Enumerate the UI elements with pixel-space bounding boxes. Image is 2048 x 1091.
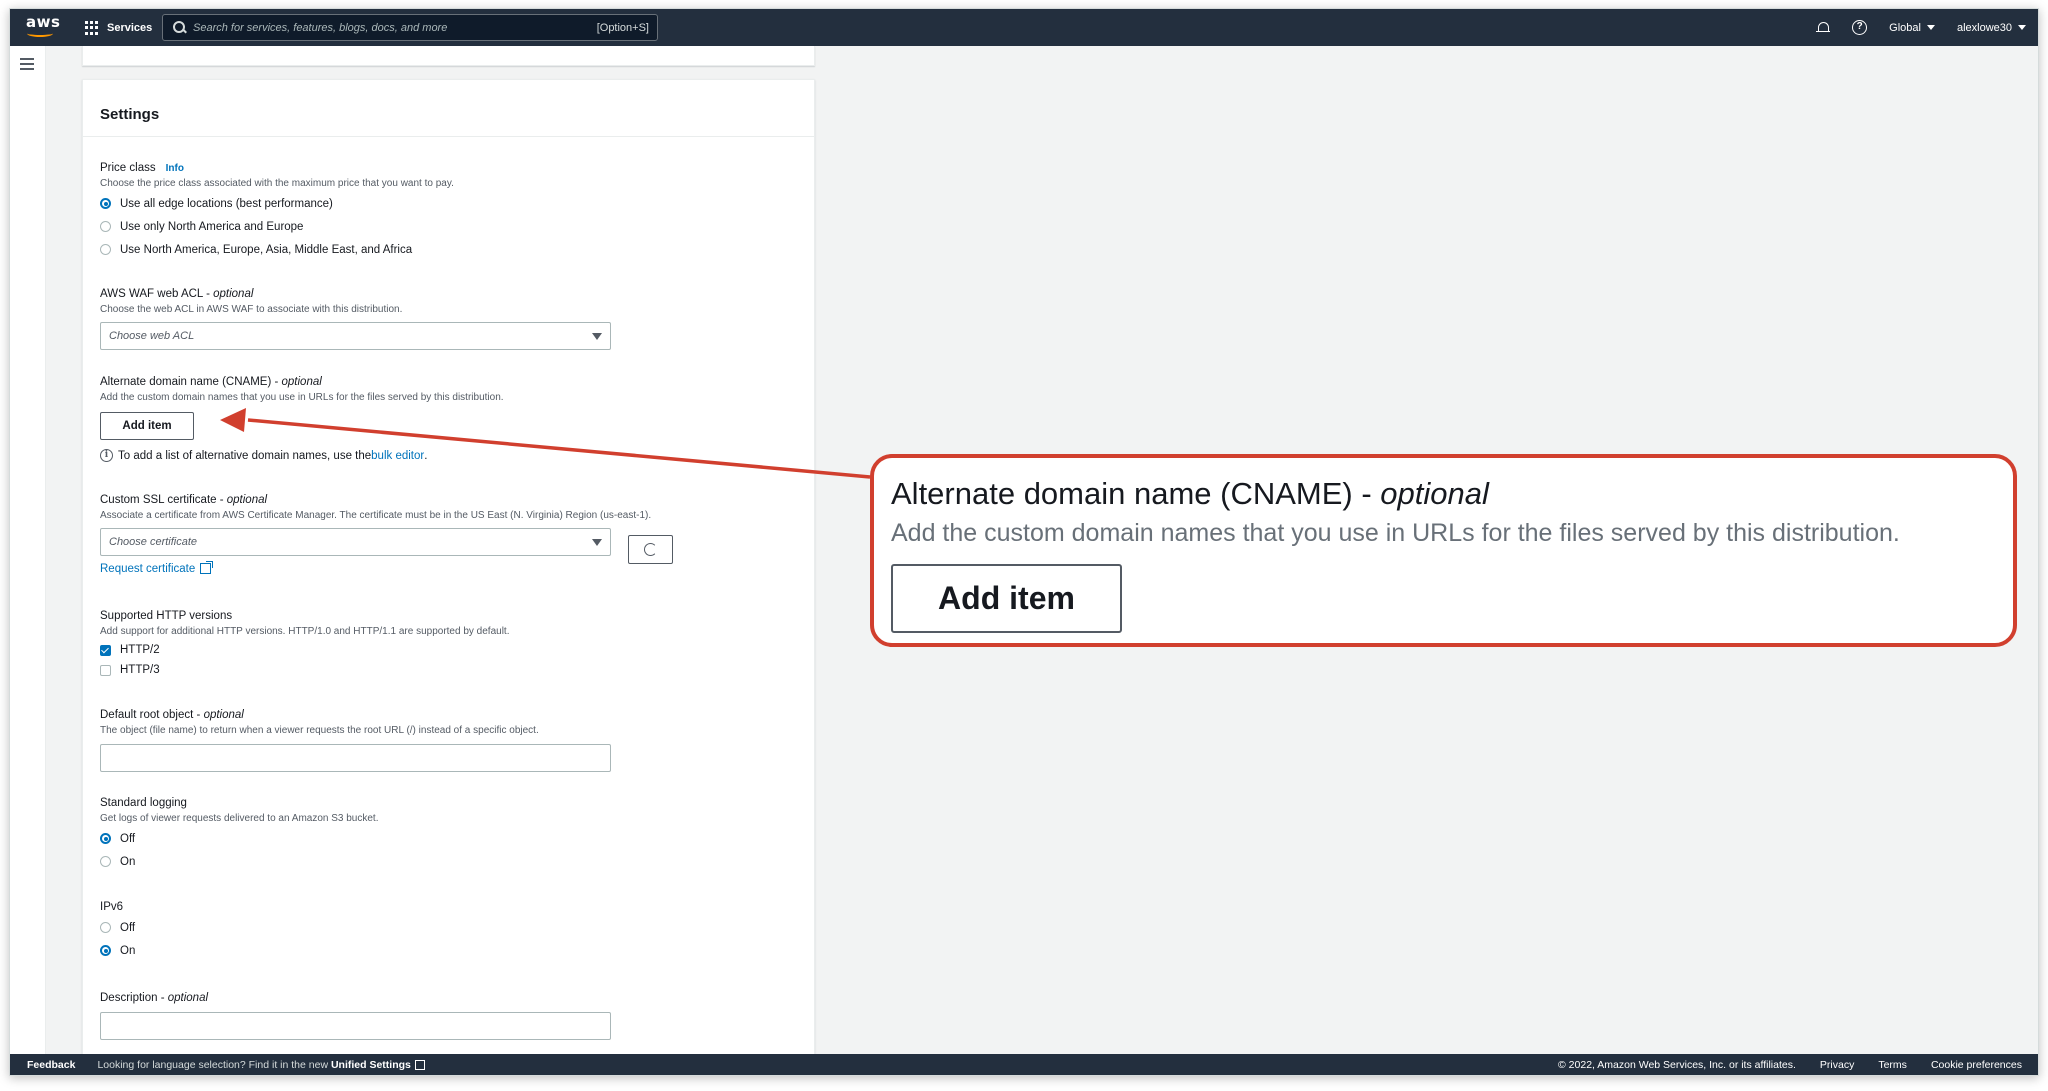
callout-description: Add the custom domain names that you use… (891, 519, 1900, 547)
arrow-head (220, 408, 246, 432)
zoom-callout: Alternate domain name (CNAME) - optional… (870, 454, 2017, 647)
optional-tag: optional (1380, 476, 1489, 511)
console-window: aws Services Search for services, featur… (9, 8, 2039, 1076)
callout-add-item-button[interactable]: Add item (891, 564, 1122, 633)
callout-label: Alternate domain name (CNAME) - optional (891, 476, 1489, 512)
arrow-line (247, 418, 871, 479)
callout-label-text: Alternate domain name (CNAME) - (891, 476, 1381, 511)
